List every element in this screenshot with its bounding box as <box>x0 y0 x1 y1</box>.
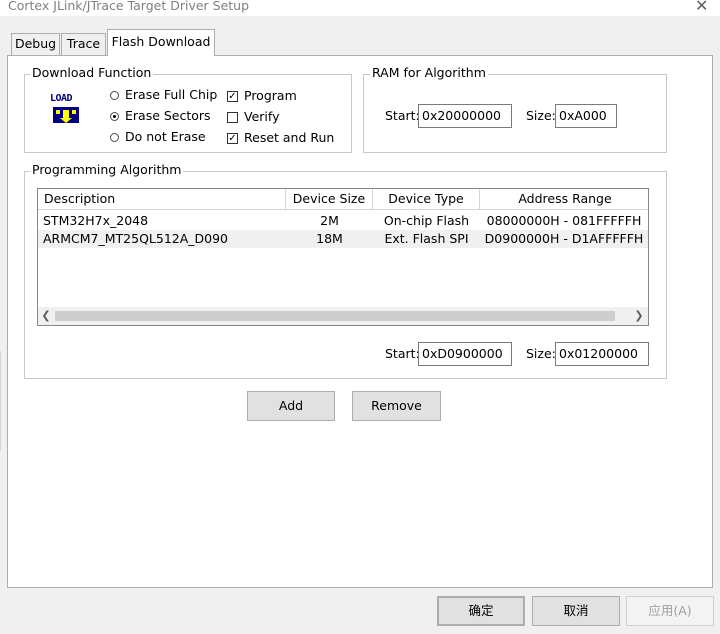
tab-debug[interactable]: Debug <box>11 33 60 55</box>
row-address-range: 08000000H - 081FFFFFH <box>486 213 642 228</box>
close-icon[interactable]: ✕ <box>695 0 708 15</box>
ram-start-label: Start: <box>385 108 420 123</box>
scroll-left-icon[interactable]: ❮ <box>38 308 54 324</box>
programming-algorithm-title: Programming Algorithm <box>30 162 184 177</box>
column-header-description[interactable]: Description <box>38 189 286 210</box>
window-title: Cortex JLink/JTrace Target Driver Setup <box>8 0 250 13</box>
checkbox-verify[interactable] <box>227 112 238 123</box>
ram-size-label: Size: <box>526 108 556 123</box>
algorithm-list[interactable]: Description Device Size Device Type Addr… <box>37 188 649 326</box>
column-header-device-type[interactable]: Device Type <box>373 189 480 210</box>
row-device-size: 18M <box>316 231 343 246</box>
scrollbar-thumb[interactable] <box>55 311 615 321</box>
column-header-address-range[interactable]: Address Range <box>480 189 648 210</box>
radio-erase-full-chip[interactable] <box>110 91 119 100</box>
algo-size-label: Size: <box>526 346 556 361</box>
load-icon: LOAD <box>50 93 84 127</box>
scroll-right-icon[interactable]: ❯ <box>631 308 647 324</box>
row-description: STM32H7x_2048 <box>43 213 149 228</box>
horizontal-scrollbar[interactable]: ❮ ❯ <box>38 307 648 325</box>
checkbox-reset-and-run[interactable]: ✓ <box>227 133 238 144</box>
table-row[interactable]: ARMCM7_MT25QL512A_D090 18M Ext. Flash SP… <box>38 230 648 248</box>
column-header-device-size[interactable]: Device Size <box>286 189 373 210</box>
reset-and-run-label[interactable]: Reset and Run <box>244 130 334 145</box>
row-device-type: Ext. Flash SPI <box>384 231 469 246</box>
title-bar: Cortex JLink/JTrace Target Driver Setup … <box>0 0 720 16</box>
erase-sectors-label[interactable]: Erase Sectors <box>125 108 211 123</box>
do-not-erase-label[interactable]: Do not Erase <box>125 129 206 144</box>
radio-do-not-erase[interactable] <box>110 133 119 142</box>
cancel-button[interactable]: 取消 <box>532 596 620 626</box>
checkbox-program[interactable]: ✓ <box>227 91 238 102</box>
row-device-size: 2M <box>320 213 339 228</box>
table-row[interactable]: STM32H7x_2048 2M On-chip Flash 08000000H… <box>38 212 648 230</box>
verify-label[interactable]: Verify <box>244 109 279 124</box>
algo-start-input[interactable]: 0xD0900000 <box>418 342 512 366</box>
tab-flash-download[interactable]: Flash Download <box>107 29 215 56</box>
erase-full-chip-label[interactable]: Erase Full Chip <box>125 87 217 102</box>
apply-button[interactable]: 应用(A) <box>626 596 714 626</box>
algo-size-input[interactable]: 0x01200000 <box>555 342 649 366</box>
download-function-title: Download Function <box>30 65 154 80</box>
ram-size-input[interactable]: 0xA000 <box>555 104 617 128</box>
left-edge-divider <box>0 351 1 451</box>
program-label[interactable]: Program <box>244 88 297 103</box>
row-address-range: D0900000H - D1AFFFFFH <box>484 231 644 246</box>
row-device-type: On-chip Flash <box>383 213 470 228</box>
row-description: ARMCM7_MT25QL512A_D090 <box>43 231 229 246</box>
remove-button[interactable]: Remove <box>352 391 441 421</box>
tab-trace[interactable]: Trace <box>61 33 106 55</box>
ram-title: RAM for Algorithm <box>370 65 488 80</box>
radio-erase-sectors[interactable] <box>110 112 119 121</box>
add-button[interactable]: Add <box>247 391 335 421</box>
algo-start-label: Start: <box>385 346 420 361</box>
ram-start-input[interactable]: 0x20000000 <box>418 104 512 128</box>
ok-button[interactable]: 确定 <box>437 596 525 626</box>
